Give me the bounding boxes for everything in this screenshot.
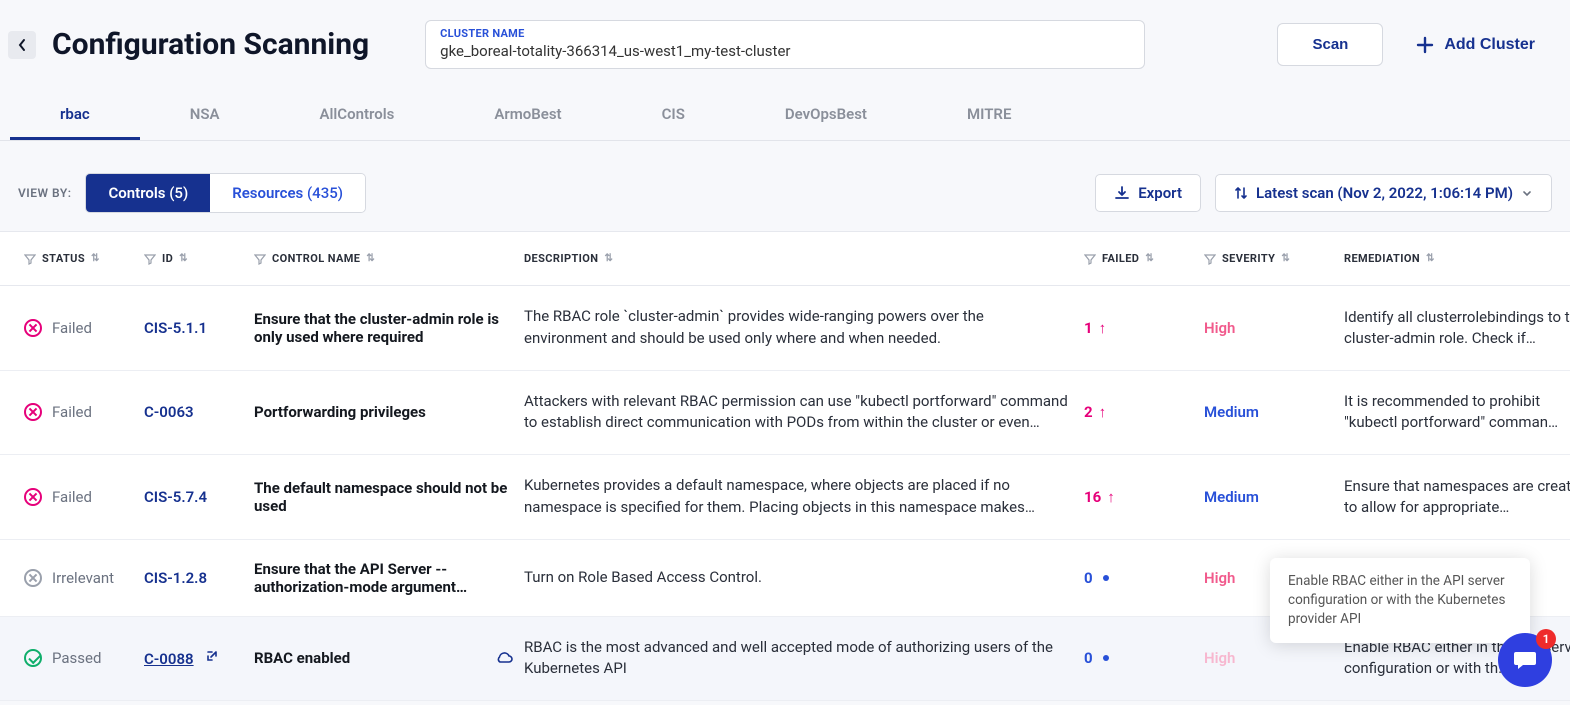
status-text: Failed [52,319,92,337]
control-id-link[interactable]: CIS-5.1.1 [144,319,254,337]
description-cell: Turn on Role Based Access Control. [524,567,1084,589]
table-row[interactable]: Failed CIS-5.1.1Ensure that the cluster-a… [0,286,1570,371]
severity-cell: Medium [1204,488,1344,506]
col-severity[interactable]: SEVERITY⇅ [1204,252,1344,265]
cloud-icon [494,648,514,668]
col-remediation[interactable]: REMEDIATION⇅ [1344,252,1570,265]
viewby-controls-button[interactable]: Controls (5) [86,174,210,212]
chat-badge: 1 [1536,629,1556,649]
table-row[interactable]: Failed CIS-5.7.4The default namespace sho… [0,455,1570,540]
failed-count: 2↑ [1084,403,1204,421]
status-cell: Passed [24,649,144,667]
col-id[interactable]: ID⇅ [144,252,254,265]
col-failed[interactable]: FAILED⇅ [1084,252,1204,265]
tab-armobest[interactable]: ArmoBest [444,89,611,140]
control-name: RBAC enabled [254,648,524,668]
filter-icon [1204,253,1216,265]
col-description[interactable]: DESCRIPTION⇅ [524,252,1084,265]
remediation-cell: It is recommended to prohibit "kubectl p… [1344,391,1570,433]
filter-icon [24,253,36,265]
cluster-name-value: gke_boreal-totality-366314_us-west1_my-t… [440,42,1130,60]
description-cell: Attackers with relevant RBAC permission … [524,391,1084,435]
export-button[interactable]: Export [1095,174,1201,212]
remediation-cell: Ensure that namespaces are created to al… [1344,476,1570,518]
status-cell: Failed [24,319,144,337]
failed-count: 16↑ [1084,488,1204,506]
control-id-link[interactable]: CIS-5.7.4 [144,488,254,506]
status-text: Failed [52,403,92,421]
cluster-name-label: CLUSTER NAME [440,27,1130,40]
trend-dot-icon [1103,575,1109,581]
severity-cell: High [1204,319,1344,337]
viewby-label: VIEW BY: [18,186,71,200]
tab-nsa[interactable]: NSA [140,89,270,140]
filter-icon [1084,253,1096,265]
scan-button[interactable]: Scan [1277,23,1383,66]
tab-rbac[interactable]: rbac [10,89,140,140]
framework-tabs: rbacNSAAllControlsArmoBestCISDevOpsBestM… [0,89,1570,141]
severity-cell: Medium [1204,403,1344,421]
trend-up-icon: ↑ [1107,488,1115,506]
table-header: STATUS⇅ ID⇅ CONTROL NAME⇅ DESCRIPTION⇅ F… [0,232,1570,286]
control-id-link[interactable]: CIS-1.2.8 [144,569,254,587]
chat-widget[interactable]: 1 [1498,633,1552,687]
failed-count: 0 [1084,649,1204,667]
status-cell: Failed [24,488,144,506]
control-name: Portforwarding privileges [254,403,524,421]
control-name: Ensure that the cluster-admin role is on… [254,310,524,346]
chevron-down-icon [1521,187,1533,199]
failed-count: 1↑ [1084,319,1204,337]
add-cluster-button[interactable]: Add Cluster [1399,23,1552,67]
col-status[interactable]: STATUS⇅ [24,252,144,265]
remediation-cell: Identify all clusterrolebindings to the … [1344,307,1570,349]
trend-up-icon: ↑ [1099,403,1107,421]
back-button[interactable] [8,31,36,59]
sort-icon [1234,185,1248,201]
cluster-name-field[interactable]: CLUSTER NAME gke_boreal-totality-366314_… [425,20,1145,69]
scan-history-select[interactable]: Latest scan (Nov 2, 2022, 1:06:14 PM) [1215,174,1552,212]
viewby-resources-button[interactable]: Resources (435) [210,174,365,212]
control-name: Ensure that the API Server --authorizati… [254,560,524,596]
col-control-name[interactable]: CONTROL NAME⇅ [254,252,524,265]
failed-icon [24,488,42,506]
filter-icon [144,253,156,265]
status-text: Failed [52,488,92,506]
irrelevant-icon [24,569,42,587]
tab-allcontrols[interactable]: AllControls [270,89,445,140]
tab-cis[interactable]: CIS [612,89,735,140]
control-id-link[interactable]: C-0088 [144,648,254,668]
add-cluster-label: Add Cluster [1444,36,1535,54]
table-row[interactable]: Failed C-0063Portforwarding privilegesAtt… [0,371,1570,456]
chat-icon [1511,646,1539,674]
severity-cell: High [1204,649,1344,667]
failed-icon [24,403,42,421]
tab-devopsbest[interactable]: DevOpsBest [735,89,917,140]
viewby-segmented: Controls (5) Resources (435) [85,173,366,213]
page-title: Configuration Scanning [52,27,369,62]
chevron-left-icon [17,38,27,52]
download-icon [1114,185,1130,201]
control-name: The default namespace should not be used [254,479,524,515]
filter-icon [254,253,266,265]
description-cell: RBAC is the most advanced and well accep… [524,637,1084,681]
trend-up-icon: ↑ [1099,319,1107,337]
failed-icon [24,319,42,337]
plus-icon [1416,36,1434,54]
trend-dot-icon [1103,655,1109,661]
passed-icon [24,649,42,667]
description-cell: Kubernetes provides a default namespace,… [524,475,1084,519]
status-cell: Failed [24,403,144,421]
status-cell: Irrelevant [24,569,144,587]
description-cell: The RBAC role `cluster-admin` provides w… [524,306,1084,350]
external-link-icon[interactable] [204,648,220,664]
control-id-link[interactable]: C-0063 [144,403,254,421]
remediation-tooltip: Enable RBAC either in the API server con… [1270,558,1530,643]
status-text: Passed [52,649,101,667]
failed-count: 0 [1084,569,1204,587]
status-text: Irrelevant [52,569,114,587]
tab-mitre[interactable]: MITRE [917,89,1061,140]
